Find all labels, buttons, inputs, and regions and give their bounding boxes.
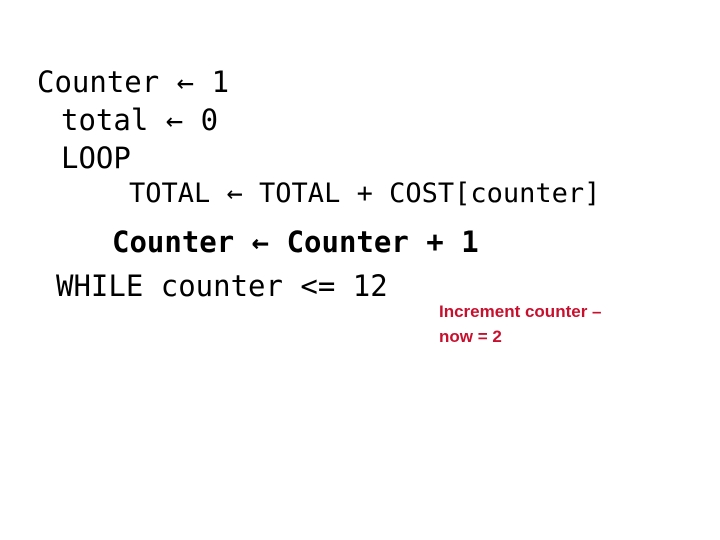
pseudocode-line-total-init: total ← 0 xyxy=(61,103,219,137)
pseudocode-line-while: WHILE counter <= 12 xyxy=(56,269,388,303)
pseudocode-line-counter-increment: Counter ← Counter + 1 xyxy=(112,225,479,259)
pseudocode-line-counter-init: Counter ← 1 xyxy=(37,65,230,99)
slide-canvas: Counter ← 1 total ← 0 LOOP TOTAL ← TOTAL… xyxy=(0,0,720,540)
pseudocode-line-total-accumulate: TOTAL ← TOTAL + COST[counter] xyxy=(129,178,601,209)
pseudocode-line-loop: LOOP xyxy=(61,141,131,175)
annotation-increment-counter: Increment counter – now = 2 xyxy=(439,302,602,346)
